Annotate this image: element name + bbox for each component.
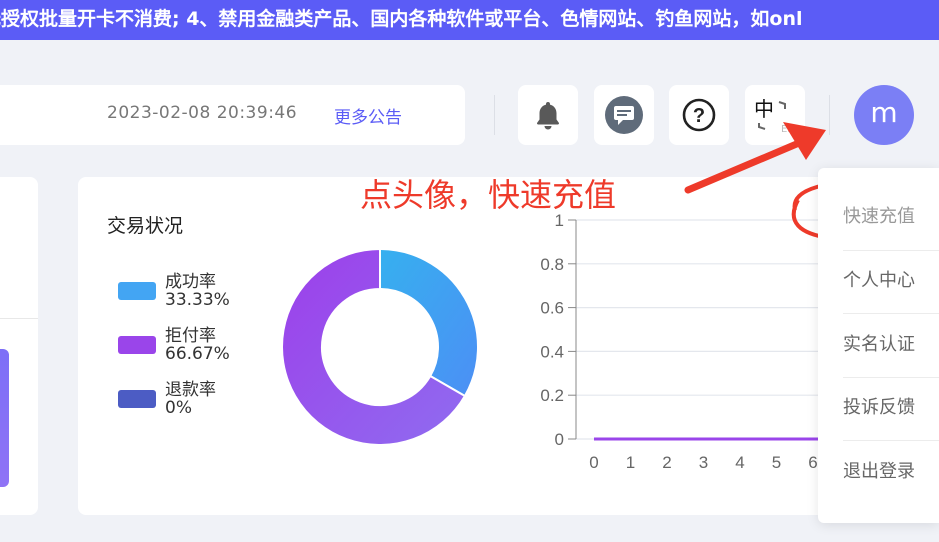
user-avatar[interactable]: m [854, 85, 914, 145]
user-dropdown-menu: 快速充值 个人中心 实名认证 投诉反馈 退出登录 [818, 168, 939, 523]
language-switch-button[interactable]: 中 En [745, 85, 805, 145]
legend-value: 66.67% [165, 344, 230, 364]
language-switch-icon [758, 101, 786, 130]
annotation-text: 点头像，快速充值 [360, 176, 617, 214]
card-divider [0, 318, 38, 319]
y-tick-label: 0.2 [540, 386, 564, 405]
y-tick-label: 0.4 [540, 342, 564, 361]
x-tick-label: 5 [772, 453, 781, 472]
x-tick-label: 3 [699, 453, 708, 472]
legend-swatch [118, 390, 156, 408]
transaction-status-card: 交易状况 成功率 33.33% 拒付率 66.67% 退款率 0% 0 0.2 0.… [78, 177, 838, 515]
left-summary-card [0, 177, 38, 515]
svg-text:?: ? [693, 105, 705, 127]
lang-en-label: En [781, 124, 794, 135]
y-tick-label: 0.6 [540, 299, 564, 318]
menu-item-logout[interactable]: 退出登录 [843, 440, 939, 504]
notice-date: 2023-02-08 20:39:46 [107, 103, 298, 123]
legend-swatch [118, 336, 156, 354]
x-tick-label: 4 [735, 453, 744, 472]
message-icon [605, 96, 643, 134]
y-tick-label: 0 [555, 430, 564, 449]
x-tick-label: 6 [808, 453, 817, 472]
progress-bar [0, 349, 9, 487]
y-tick-label: 0.8 [540, 255, 564, 274]
legend-value: 33.33% [165, 290, 230, 310]
legend-label: 拒付率 [165, 326, 216, 346]
chart-title: 交易状况 [107, 215, 184, 237]
notifications-button[interactable] [518, 85, 578, 145]
announcement-banner: 无授权批量开卡不消费; 4、禁用金融类产品、国内各种软件或平台、色情网站、钓鱼网… [0, 0, 939, 40]
line-chart: 00.20.40.60.810 1 2 3 4 5 6 [540, 211, 828, 472]
help-button[interactable]: ? [669, 85, 729, 145]
header-divider [829, 95, 830, 135]
legend-label: 成功率 [165, 272, 216, 292]
menu-item-quick-recharge[interactable]: 快速充值 [843, 185, 939, 249]
more-announcements-link[interactable]: 更多公告 [334, 103, 402, 128]
legend-swatch [118, 282, 156, 300]
messages-button[interactable] [594, 85, 654, 145]
donut-slice[interactable] [379, 247, 479, 398]
x-tick-label: 2 [662, 453, 671, 472]
menu-item-user-center[interactable]: 个人中心 [843, 249, 939, 313]
legend-value: 0% [165, 398, 192, 418]
donut-chart [281, 247, 479, 446]
menu-item-complaint-feedback[interactable]: 投诉反馈 [843, 376, 939, 440]
menu-item-real-name-verification[interactable]: 实名认证 [843, 313, 939, 377]
x-tick-label: 0 [589, 453, 598, 472]
legend-label: 退款率 [165, 380, 216, 400]
x-tick-label: 1 [626, 453, 635, 472]
notice-card: 2023-02-08 20:39:46 更多公告 [0, 85, 465, 145]
banner-text: 无授权批量开卡不消费; 4、禁用金融类产品、国内各种软件或平台、色情网站、钓鱼网… [0, 8, 803, 30]
header-divider [494, 95, 495, 135]
help-icon: ? [682, 98, 716, 132]
bell-icon [537, 102, 559, 130]
